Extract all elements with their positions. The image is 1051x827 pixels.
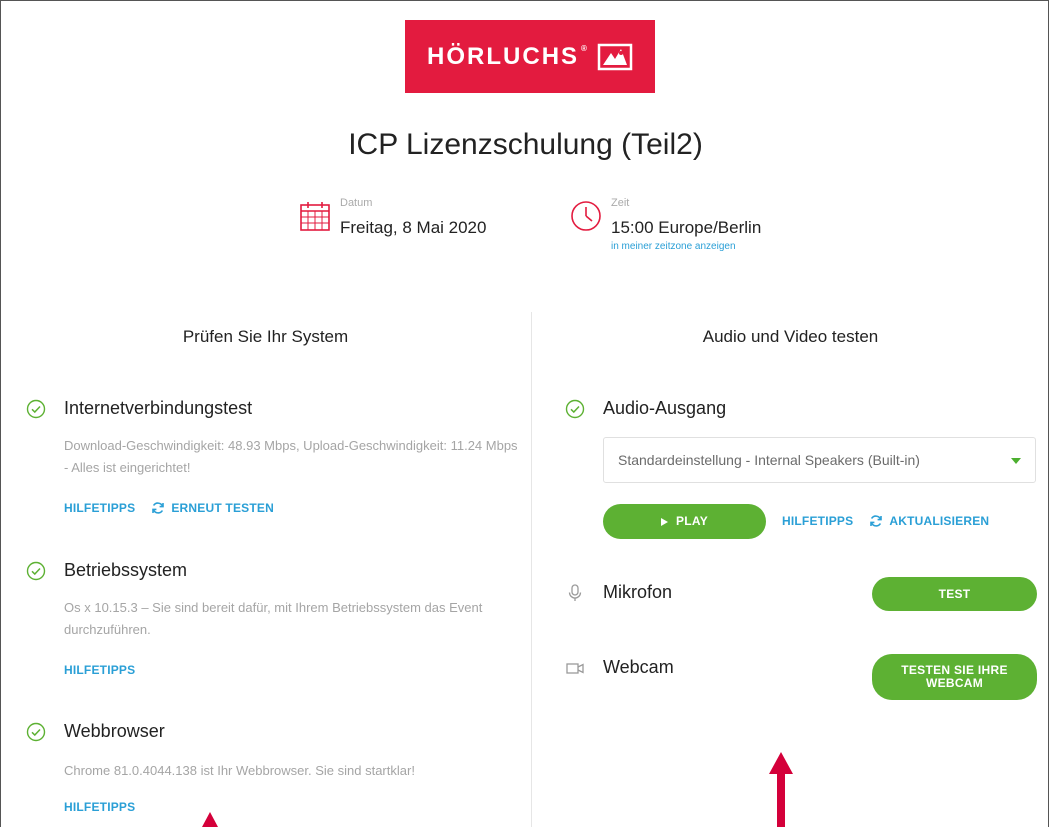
system-check-title: Prüfen Sie Ihr System [182, 327, 349, 346]
refresh-link[interactable]: AKTUALISIEREN [869, 514, 989, 528]
calendar-icon [300, 202, 330, 231]
refresh-icon [870, 515, 883, 527]
timezone-link[interactable]: in meiner zeitzone anzeigen [611, 241, 761, 252]
dropdown-caret-icon [1011, 458, 1021, 464]
check-description: Os x 10.15.3 – Sie sind bereit dafür, mi… [64, 600, 483, 637]
check-title: Internetverbindungstest [64, 398, 253, 418]
audio-help-tips-link[interactable]: HILFETIPPS [782, 514, 853, 528]
annotation-arrow-left [202, 812, 218, 827]
check-circle-icon [565, 399, 585, 418]
brand-logo: HÖRLUCHS ® [405, 20, 655, 93]
play-label: PLAY [675, 514, 709, 528]
check-os: Betriebssystem Os x 10.15.3 – Sie sind b… [26, 560, 526, 677]
microphone-title: Mikrofon [603, 582, 673, 602]
video-camera-icon [566, 662, 584, 674]
microphone-test-button[interactable]: TEST [872, 577, 1037, 611]
date-value: Freitag, 8 Mai 2020 [340, 218, 487, 237]
webcam-test-label: TESTEN SIE IHRE WEBCAM [901, 663, 1008, 690]
event-title: ICP Lizenzschulung (Teil2) [348, 128, 703, 161]
lynx-logo-icon [597, 43, 633, 70]
event-time: Zeit 15:00 Europe/Berlin in meiner zeitz… [569, 197, 761, 252]
audio-output-selected: Standardeinstellung - Internal Speakers … [618, 452, 920, 468]
webcam-test-button[interactable]: TESTEN SIE IHRE WEBCAM [872, 654, 1037, 700]
check-description: Chrome 81.0.4044.138 ist Ihr Webbrowser.… [64, 763, 415, 778]
time-label: Zeit [611, 197, 630, 209]
brand-name: HÖRLUCHS [427, 42, 580, 70]
audio-output: Audio-Ausgang [565, 398, 726, 419]
annotation-arrow-right [769, 752, 793, 827]
webcam-title: Webcam [603, 657, 674, 677]
retest-label: ERNEUT TESTEN [171, 501, 274, 515]
check-description: Download-Geschwindigkeit: 48.93 Mbps, Up… [64, 438, 518, 475]
check-circle-icon [26, 561, 46, 580]
column-divider [531, 312, 532, 827]
audio-output-select[interactable]: Standardeinstellung - Internal Speakers … [603, 437, 1036, 483]
time-value: 15:00 Europe/Berlin [611, 218, 762, 237]
check-internet: Internetverbindungstest Download-Geschwi… [26, 398, 526, 515]
event-date: Datum Freitag, 8 Mai 2020 [298, 197, 486, 238]
check-title: Webbrowser [64, 721, 165, 741]
av-test-title: Audio und Video testen [702, 327, 879, 346]
audio-output-title: Audio-Ausgang [603, 398, 727, 418]
clock-icon [571, 201, 601, 231]
webcam-row: Webcam [565, 657, 674, 678]
brand-trademark: ® [581, 44, 589, 53]
check-title: Betriebssystem [64, 560, 188, 580]
retest-link[interactable]: ERNEUT TESTEN [151, 501, 274, 515]
check-browser: Webbrowser Chrome 81.0.4044.138 ist Ihr … [26, 721, 526, 814]
help-tips-link[interactable]: HILFETIPPS [64, 501, 135, 515]
help-tips-link[interactable]: HILFETIPPS [64, 800, 135, 814]
check-circle-icon [26, 722, 46, 741]
date-label: Datum [340, 197, 373, 209]
microphone-icon [568, 583, 582, 601]
play-icon [660, 517, 668, 526]
play-button[interactable]: PLAY [603, 504, 766, 539]
refresh-label: AKTUALISIEREN [889, 514, 990, 528]
check-circle-icon [26, 399, 46, 418]
microphone-row: Mikrofon [565, 582, 672, 603]
refresh-icon [152, 502, 165, 514]
help-tips-link[interactable]: HILFETIPPS [64, 663, 135, 677]
